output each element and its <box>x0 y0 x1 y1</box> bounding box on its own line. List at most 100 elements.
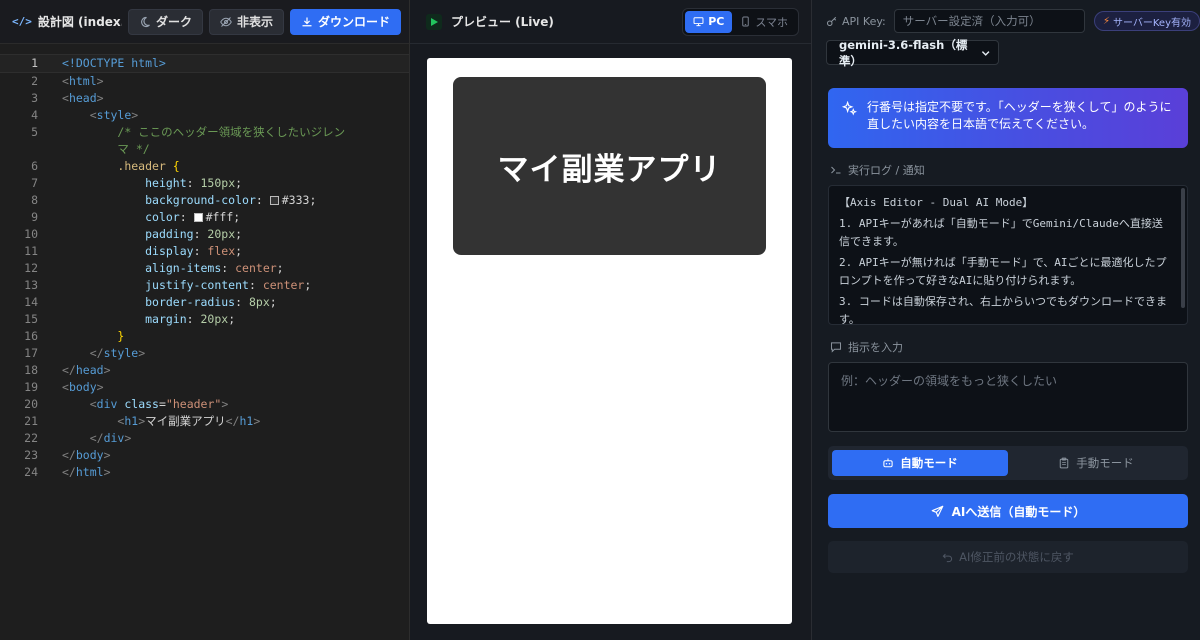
code-line[interactable]: 11 display: flex; <box>0 243 409 260</box>
preview-frame[interactable]: マイ副業アプリ <box>427 58 792 624</box>
code-line[interactable]: 5 /* ここのヘッダー領域を狭くしたいジレン <box>0 124 409 141</box>
code-line[interactable]: 14 border-radius: 8px; <box>0 294 409 311</box>
code-line[interactable]: 3 <head> <box>0 90 409 107</box>
log-line: 2. APIキーが無ければ「手動モード」で、AIごとに最適化したプロンプトを作っ… <box>839 256 1167 287</box>
code-line[interactable]: 18 </head> <box>0 362 409 379</box>
css-property: align-items <box>145 261 222 275</box>
auto-mode-button[interactable]: 自動モード <box>832 450 1008 476</box>
api-key-placeholder: サーバー設定済（入力可） <box>902 14 1041 28</box>
code-line[interactable]: 10 padding: 20px; <box>0 226 409 243</box>
css-property: height <box>145 176 187 190</box>
line-number: 17 <box>24 346 38 360</box>
line-number: 8 <box>31 193 38 207</box>
preview-pane: プレビュー (Live) PC スマホ マイ副業アプリ <box>410 0 812 640</box>
line-number: 5 <box>31 125 38 139</box>
api-key-label: API Key: <box>826 15 886 28</box>
code-token: <!DOCTYPE html> <box>62 56 166 70</box>
device-phone-button[interactable]: スマホ <box>732 11 796 33</box>
log-box[interactable]: 【Axis Editor - Dual AI Mode】 1. APIキーがあれ… <box>828 185 1188 325</box>
code-line[interactable]: 17 </style> <box>0 345 409 362</box>
log-section-label: 実行ログ / 通知 <box>830 162 1200 178</box>
code-token: style <box>103 346 139 360</box>
device-pc-button[interactable]: PC <box>685 10 733 33</box>
code-line[interactable]: 4 <style> <box>0 107 409 124</box>
css-value: 20px <box>200 312 229 326</box>
server-key-badge: ⚡ サーバーKey有効 <box>1093 11 1200 31</box>
css-value: 8px <box>248 295 270 309</box>
send-label: AIへ送信（自動モード） <box>951 504 1086 519</box>
revert-button[interactable]: AI修正前の状態に戻す <box>828 541 1188 573</box>
code-line[interactable]: 1 <!DOCTYPE html> <box>0 54 409 73</box>
css-value: #333 <box>281 193 310 207</box>
code-token: body <box>75 448 104 462</box>
dark-theme-button[interactable]: ダーク <box>127 8 203 35</box>
play-icon <box>426 13 442 30</box>
line-number: 23 <box>24 448 38 462</box>
css-property: display <box>145 244 194 258</box>
code-token: style <box>96 108 132 122</box>
code-line[interactable]: 8 background-color: #333; <box>0 192 409 209</box>
manual-mode-button[interactable]: 手動モード <box>1008 450 1184 476</box>
css-property: margin <box>145 312 187 326</box>
undo-icon <box>942 553 953 562</box>
code-line[interactable]: 9 color: #fff; <box>0 209 409 226</box>
code-line[interactable]: 7 height: 150px; <box>0 175 409 192</box>
sparkles-icon <box>842 101 857 116</box>
css-value: 20px <box>207 227 236 241</box>
code-line[interactable]: 15 margin: 20px; <box>0 311 409 328</box>
css-value: #fff <box>205 210 234 224</box>
line-number: 12 <box>24 261 38 275</box>
preview-toolbar: プレビュー (Live) PC スマホ <box>410 0 811 44</box>
code-line[interactable]: 23 </body> <box>0 447 409 464</box>
hint-banner: 行番号は指定不要です。「ヘッダーを狭くして」のように直したい内容を日本語で伝えて… <box>828 88 1188 148</box>
code-area[interactable]: 1 <!DOCTYPE html> 2 <html> 3 <head> 4 <styl… <box>0 44 409 640</box>
model-select[interactable]: gemini-3.6-flash（標準） <box>826 38 999 68</box>
auto-mode-label: 自動モード <box>900 456 958 470</box>
instruction-label-text: 指示を入力 <box>848 341 903 354</box>
color-swatch[interactable] <box>193 213 203 222</box>
line-number: 4 <box>31 108 38 122</box>
code-line[interactable]: 6 .header { <box>0 158 409 175</box>
device-pc-label: PC <box>708 15 725 28</box>
line-number: 9 <box>31 210 38 224</box>
code-token: head <box>68 91 97 105</box>
code-token: div <box>103 431 125 445</box>
chevron-down-icon <box>981 50 990 56</box>
code-token: html <box>68 74 97 88</box>
hide-editor-label: 非表示 <box>236 15 273 29</box>
revert-label: AI修正前の状態に戻す <box>959 550 1074 564</box>
code-line[interactable]: 2 <html> <box>0 73 409 90</box>
color-swatch[interactable] <box>269 196 279 205</box>
instruction-textarea[interactable]: 例：ヘッダーの領域をもっと狭くしたい <box>828 362 1188 432</box>
line-number: 1 <box>31 56 38 70</box>
code-line[interactable]: 13 justify-content: center; <box>0 277 409 294</box>
code-line[interactable]: 22 </div> <box>0 430 409 447</box>
css-value: center <box>235 261 277 275</box>
code-line[interactable]: 20 <div class="header"> <box>0 396 409 413</box>
code-line-wrap[interactable]: マ */ <box>0 141 409 158</box>
message-icon <box>831 342 841 353</box>
download-button[interactable]: ダウンロード <box>289 8 401 35</box>
code-line[interactable]: 24 </html> <box>0 464 409 481</box>
css-property: border-radius <box>145 295 236 309</box>
code-line[interactable]: 19 <body> <box>0 379 409 396</box>
line-number: 19 <box>24 380 38 394</box>
code-line[interactable]: 16 } <box>0 328 409 345</box>
mode-toggle: 自動モード 手動モード <box>828 446 1188 480</box>
code-editor-pane: </> 設計図 (index.ht… ダーク 非表示 ダウンロード 1 <!DOC… <box>0 0 410 640</box>
code-line[interactable]: 21 <h1>マイ副業アプリ</h1> <box>0 413 409 430</box>
log-scrollbar[interactable] <box>1181 188 1185 308</box>
download-label: ダウンロード <box>317 15 390 29</box>
send-to-ai-button[interactable]: AIへ送信（自動モード） <box>828 494 1188 528</box>
code-token: body <box>68 380 97 394</box>
clipboard-icon <box>1060 457 1069 469</box>
hide-editor-button[interactable]: 非表示 <box>208 8 284 35</box>
api-key-input[interactable]: サーバー設定済（入力可） <box>893 9 1085 33</box>
code-string: "header" <box>165 397 222 411</box>
line-number: 15 <box>24 312 38 326</box>
app-root: </> 設計図 (index.ht… ダーク 非表示 ダウンロード 1 <!DOC… <box>0 0 1200 640</box>
code-line[interactable]: 12 align-items: center; <box>0 260 409 277</box>
code-text: マイ副業アプリ <box>145 414 226 428</box>
line-number: 7 <box>31 176 38 190</box>
key-icon <box>826 16 837 27</box>
